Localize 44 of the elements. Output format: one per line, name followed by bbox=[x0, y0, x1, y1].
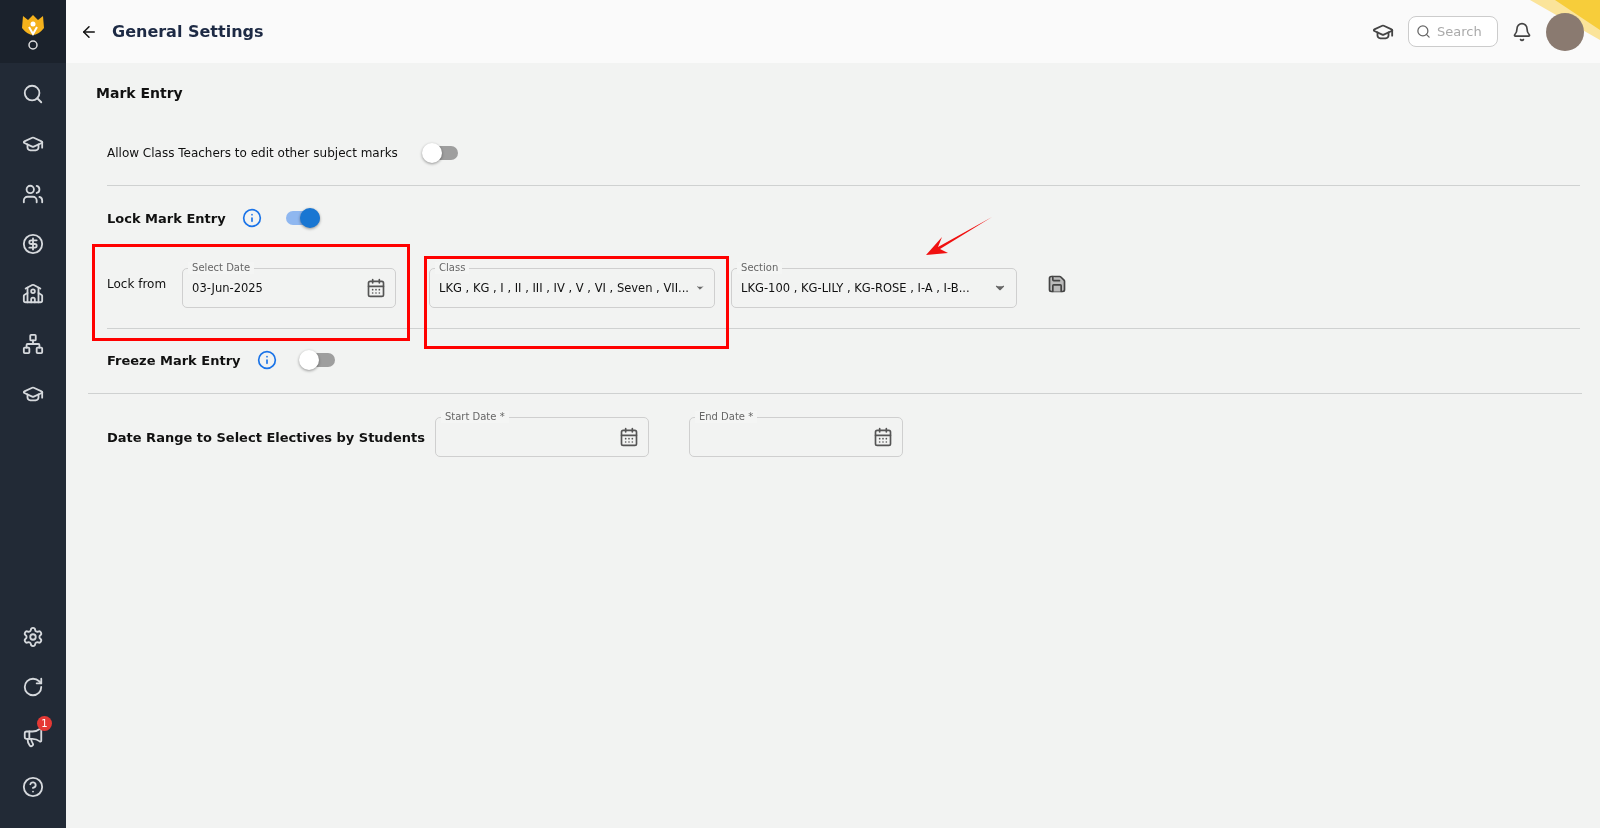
field-label: Lock from bbox=[107, 277, 167, 291]
field-label: Class bbox=[435, 262, 470, 274]
search-field[interactable]: Search bbox=[1408, 16, 1498, 47]
settings-icon[interactable] bbox=[22, 626, 44, 648]
setting-label: Date Range to Select Electives by Students bbox=[107, 430, 425, 447]
page-title: General Settings bbox=[112, 22, 265, 41]
help-icon[interactable] bbox=[22, 776, 44, 798]
section-title: Mark Entry bbox=[95, 84, 184, 103]
date-field[interactable]: Select Date 03-Jun-2025 bbox=[182, 260, 397, 308]
calendar-icon bbox=[618, 427, 639, 447]
select-field[interactable]: Section LKG-100 , KG-LILY , KG-ROSE , I-A , I-B... bbox=[731, 260, 1018, 308]
avatar[interactable] bbox=[1546, 12, 1584, 51]
field-value: LKG , KG , I , II , III , IV , V , VI , Seven , VII... bbox=[439, 281, 689, 295]
field-value: 03-Jun-2025 bbox=[192, 281, 264, 295]
field-label: Start Date * bbox=[440, 411, 509, 423]
date-field[interactable]: End Date * bbox=[688, 409, 903, 457]
dollar-icon[interactable] bbox=[22, 233, 44, 255]
megaphone-icon[interactable] bbox=[22, 726, 44, 748]
field-label: Section bbox=[737, 262, 783, 274]
field-label: End Date * bbox=[694, 411, 758, 423]
calendar-icon bbox=[366, 278, 387, 298]
logo-icon bbox=[20, 13, 46, 50]
search-icon[interactable] bbox=[22, 83, 44, 105]
field-value: LKG-100 , KG-LILY , KG-ROSE , I-A , I-B... bbox=[741, 281, 971, 295]
people-icon[interactable] bbox=[22, 183, 44, 205]
setting-label: Lock Mark Entry bbox=[107, 210, 226, 226]
toggle-switch[interactable] bbox=[285, 211, 320, 225]
network-icon[interactable] bbox=[22, 333, 44, 355]
info-icon[interactable] bbox=[241, 208, 262, 228]
info-icon[interactable] bbox=[256, 350, 277, 370]
date-field[interactable]: Start Date * bbox=[434, 409, 649, 457]
notification-badge: 1 bbox=[37, 716, 52, 731]
search-icon bbox=[1416, 24, 1431, 39]
refresh-icon[interactable] bbox=[22, 676, 44, 698]
save-icon[interactable] bbox=[1047, 274, 1068, 294]
select-field[interactable]: Class LKG , KG , I , II , III , IV , V , VI , Seven , VII... bbox=[429, 260, 716, 308]
toggle-switch[interactable] bbox=[423, 146, 458, 160]
calendar-icon bbox=[872, 427, 893, 447]
toggle-switch[interactable] bbox=[300, 353, 335, 367]
setting-label: Allow Class Teachers to edit other subject marks bbox=[107, 146, 398, 160]
bell-icon[interactable] bbox=[1512, 21, 1532, 42]
school-icon[interactable] bbox=[22, 283, 44, 305]
setting-label: Freeze Mark Entry bbox=[107, 352, 241, 368]
field-label: Select Date bbox=[188, 262, 255, 274]
